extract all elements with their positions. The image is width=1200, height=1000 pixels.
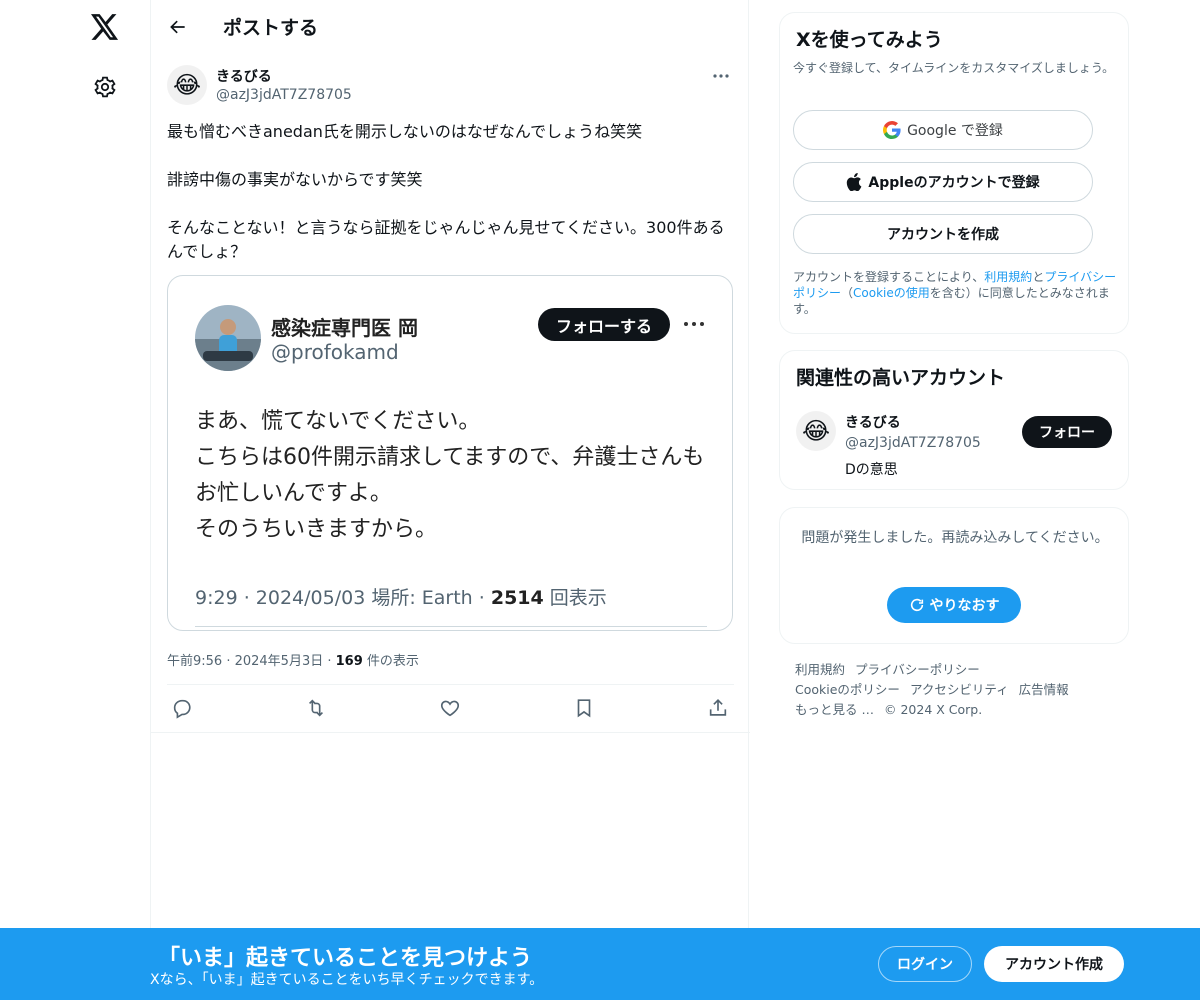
apple-icon — [846, 173, 862, 191]
page-title: ポストする — [223, 17, 319, 39]
embedded-meta: 9:29 · 2024/05/03 場所: Earth · 2514 回表示 — [195, 587, 607, 609]
footer-link-accessibility[interactable]: アクセシビリティ — [910, 682, 1009, 697]
cookie-link[interactable]: Cookieの使用 — [853, 286, 930, 300]
google-signup-button[interactable]: Google で登録 — [793, 110, 1093, 150]
ellipsis-icon — [713, 74, 729, 78]
related-user[interactable]: 😂 きるびる @azJ3jdAT7Z78705 Dの意思 フォロー — [796, 409, 1116, 479]
embedded-text: まあ、慌てないでください。 こちらは60件開示請求してますので、弁護士さんもお忙… — [195, 409, 705, 542]
google-signup-label: Google で登録 — [907, 123, 1003, 139]
signup-card-subtitle: 今すぐ登録して、タイムラインをカスタマイズしましょう。 — [793, 61, 1115, 75]
x-logo-icon[interactable] — [90, 12, 120, 42]
login-button[interactable]: ログイン — [878, 946, 972, 982]
footer-link-cookie[interactable]: Cookieのポリシー — [795, 682, 900, 697]
apple-signup-button[interactable]: Appleのアカウントで登録 — [793, 162, 1093, 202]
refresh-icon — [909, 597, 925, 613]
share-icon[interactable] — [704, 694, 732, 722]
follow-button[interactable]: フォロー — [1022, 416, 1112, 448]
error-card: 問題が発生しました。再読み込みしてください。 やりなおす — [779, 507, 1129, 644]
footer-link-ads[interactable]: 広告情報 — [1019, 682, 1069, 697]
divider — [195, 626, 707, 627]
back-button[interactable] — [163, 12, 193, 42]
legal-notice: アカウントを登録することにより、利用規約とプライバシーポリシー（Cookieの使… — [793, 270, 1117, 316]
post-time[interactable]: 午前9:56 · 2024年5月3日 · — [167, 654, 336, 669]
create-account-button[interactable]: アカウントを作成 — [793, 214, 1093, 254]
embedded-author-name: 感染症専門医 岡 — [271, 316, 418, 340]
embedded-author-handle: @profokamd — [271, 340, 399, 364]
signup-card-title: Xを使ってみよう — [796, 29, 943, 51]
error-message: 問題が発生しました。再読み込みしてください。 — [801, 530, 1109, 546]
avatar[interactable]: 😂 — [796, 411, 836, 451]
footer-links: 利用規約 プライバシーポリシー Cookieのポリシー アクセシビリティ 広告情報 も… — [795, 660, 1115, 720]
embedded-avatar — [195, 305, 261, 371]
arrow-left-icon — [170, 20, 185, 34]
related-user-bio: Dの意思 — [845, 462, 898, 478]
author-name[interactable]: きるびる — [216, 66, 272, 86]
post-image[interactable]: 感染症専門医 岡 @profokamd フォローする まあ、慌てないでください。… — [167, 275, 733, 631]
signup-card: Xを使ってみよう 今すぐ登録して、タイムラインをカスタマイズしましょう。 Goo… — [779, 12, 1129, 334]
retry-label: やりなおす — [929, 598, 1000, 614]
banner-title: 「いま」起きていることを見つけよう — [158, 946, 533, 971]
view-count: 169 — [335, 654, 363, 669]
banner-subtitle: Xなら、「いま」起きていることをいち早くチェックできます。 — [150, 972, 544, 988]
repost-icon[interactable] — [302, 694, 330, 722]
terms-link[interactable]: 利用規約 — [984, 270, 1032, 284]
gear-icon[interactable] — [91, 73, 119, 101]
apple-signup-label: Appleのアカウントで登録 — [868, 175, 1040, 191]
page-header: ポストする — [151, 0, 750, 54]
like-icon[interactable] — [436, 694, 464, 722]
left-nav — [0, 0, 150, 1000]
footer-link-more[interactable]: もっと見る … — [795, 702, 874, 717]
post-text: 最も憎むべきanedan氏を開示しないのはなぜなんでしょうね笑笑 誹謗中傷の事実… — [167, 122, 725, 261]
divider — [167, 684, 734, 685]
copyright: © 2024 X Corp. — [883, 702, 983, 717]
footer-link-privacy[interactable]: プライバシーポリシー — [855, 662, 980, 677]
bookmark-icon[interactable] — [570, 694, 598, 722]
author-handle[interactable]: @azJ3jdAT7Z78705 — [216, 87, 352, 103]
signup-banner: 「いま」起きていることを見つけよう Xなら、「いま」起きていることをいち早くチェ… — [0, 928, 1200, 1000]
related-user-name[interactable]: きるびる — [845, 412, 901, 432]
related-accounts-card: 関連性の高いアカウント 😂 きるびる @azJ3jdAT7Z78705 Dの意思… — [779, 350, 1129, 490]
divider — [151, 732, 750, 733]
embedded-ellipsis-icon — [680, 314, 708, 334]
avatar[interactable]: 😂 — [167, 65, 207, 105]
signup-button[interactable]: アカウント作成 — [984, 946, 1124, 982]
reply-icon[interactable] — [168, 694, 196, 722]
related-user-handle: @azJ3jdAT7Z78705 — [845, 435, 981, 451]
google-icon — [883, 121, 901, 139]
footer-link-terms[interactable]: 利用規約 — [795, 662, 845, 677]
related-accounts-title: 関連性の高いアカウント — [796, 367, 1006, 389]
post-timestamp: 午前9:56 · 2024年5月3日 · 169 件の表示 — [167, 654, 419, 669]
more-options-button[interactable] — [709, 66, 733, 86]
retry-button[interactable]: やりなおす — [887, 587, 1021, 623]
embedded-follow-button: フォローする — [538, 308, 670, 341]
post-author: 😂 きるびる @azJ3jdAT7Z78705 — [167, 64, 735, 108]
main-column: ポストする 😂 きるびる @azJ3jdAT7Z78705 最も憎むべきaned… — [150, 0, 750, 1000]
post-actions — [167, 694, 735, 722]
